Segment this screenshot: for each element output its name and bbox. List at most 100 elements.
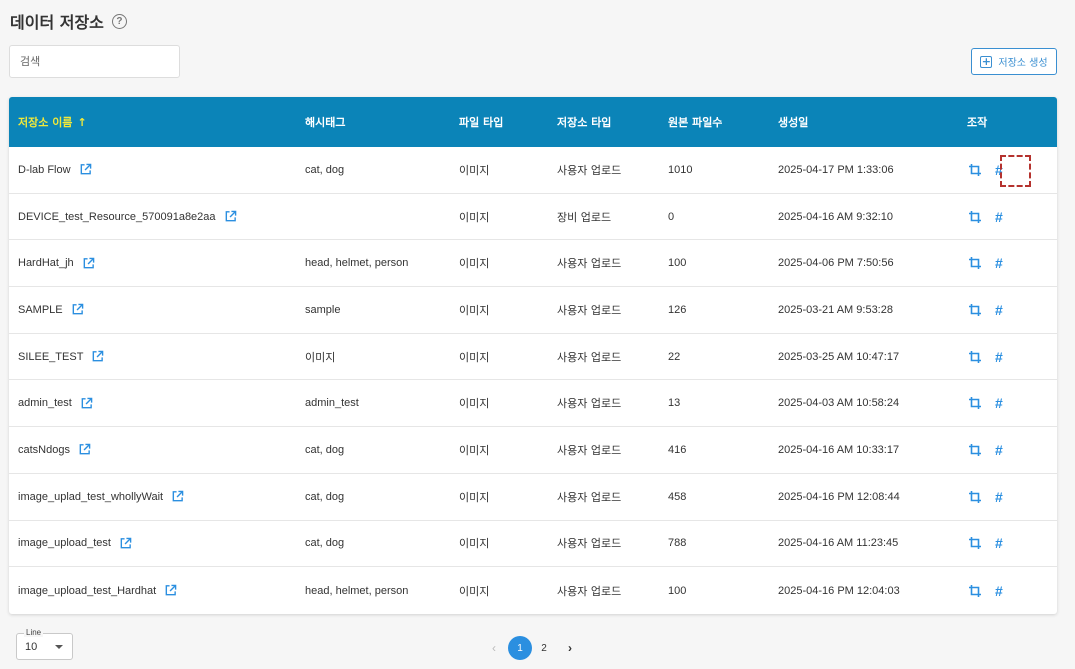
external-link-icon[interactable] bbox=[171, 490, 184, 503]
crop-icon[interactable] bbox=[968, 350, 982, 364]
file-count-cell: 788 bbox=[668, 537, 687, 550]
file-count-cell: 416 bbox=[668, 443, 687, 456]
storage-name[interactable]: SAMPLE bbox=[18, 304, 63, 316]
hashtags-cell: head, helmet, person bbox=[305, 257, 409, 270]
hashtags-cell: head, helmet, person bbox=[305, 584, 409, 597]
hashtag-icon[interactable]: # bbox=[995, 210, 1009, 224]
table-row: D-lab Flow cat, dog 이미지 사용자 업로드 1010 2025-04-… bbox=[9, 147, 1057, 194]
create-storage-button[interactable]: + 저장소 생성 bbox=[971, 48, 1057, 75]
storage-type-cell: 사용자 업로드 bbox=[557, 397, 622, 411]
storage-name[interactable]: image_upload_test_Hardhat bbox=[18, 585, 156, 597]
column-header-storage-type: 저장소 타입 bbox=[557, 116, 612, 129]
external-link-icon[interactable] bbox=[79, 163, 92, 176]
page-button-2[interactable]: 2 bbox=[532, 636, 556, 660]
actions-cell: # bbox=[967, 490, 1057, 504]
file-type-cell: 이미지 bbox=[459, 443, 490, 457]
storage-name[interactable]: SILEE_TEST bbox=[18, 351, 83, 363]
storage-name[interactable]: DEVICE_test_Resource_570091a8e2aa bbox=[18, 211, 216, 223]
storage-type-cell: 사용자 업로드 bbox=[557, 163, 622, 177]
file-count-cell: 1010 bbox=[668, 163, 693, 176]
create-storage-label: 저장소 생성 bbox=[998, 58, 1048, 69]
page-title: 데이터 저장소 bbox=[10, 13, 104, 32]
hashtag-icon[interactable]: # bbox=[995, 584, 1009, 598]
storage-name[interactable]: image_uplad_test_whollyWait bbox=[18, 491, 163, 503]
storage-name[interactable]: admin_test bbox=[18, 397, 72, 409]
crop-icon[interactable] bbox=[968, 163, 982, 177]
column-header-created: 생성일 bbox=[778, 116, 809, 129]
storage-type-cell: 장비 업로드 bbox=[557, 210, 612, 224]
crop-icon[interactable] bbox=[968, 303, 982, 317]
storage-name-cell: image_upload_test bbox=[9, 537, 305, 550]
file-type-cell: 이미지 bbox=[459, 350, 490, 364]
table-row: SAMPLE sample 이미지 사용자 업로드 126 2025-03-21 AM 9… bbox=[9, 287, 1057, 334]
caret-down-icon bbox=[55, 645, 63, 649]
hashtag-icon[interactable]: # bbox=[995, 163, 1009, 177]
hashtag-icon[interactable]: # bbox=[995, 396, 1009, 410]
sort-arrow-up-icon: ↑ bbox=[77, 115, 87, 129]
actions-cell: # bbox=[967, 303, 1057, 317]
crop-icon[interactable] bbox=[968, 443, 982, 457]
page-button-1[interactable]: 1 bbox=[508, 636, 532, 660]
hashtag-icon[interactable]: # bbox=[995, 256, 1009, 270]
crop-icon[interactable] bbox=[968, 536, 982, 550]
table-row: DEVICE_test_Resource_570091a8e2aa 이미지 장비 업… bbox=[9, 194, 1057, 241]
file-type-cell: 이미지 bbox=[459, 163, 490, 177]
actions-cell: # bbox=[967, 210, 1057, 224]
hashtag-icon[interactable]: # bbox=[995, 536, 1009, 550]
storage-table: 저장소 이름 ↑ 해시태그 파일 타입 저장소 타입 원본 파일수 생성일 조작… bbox=[9, 97, 1057, 614]
storage-name[interactable]: HardHat_jh bbox=[18, 257, 74, 269]
storage-name[interactable]: catsNdogs bbox=[18, 444, 70, 456]
hashtag-icon[interactable]: # bbox=[995, 490, 1009, 504]
column-header-file-type: 파일 타입 bbox=[459, 116, 504, 129]
help-icon[interactable]: ? bbox=[111, 13, 127, 29]
table-header: 저장소 이름 ↑ 해시태그 파일 타입 저장소 타입 원본 파일수 생성일 조작 bbox=[9, 97, 1057, 147]
column-header-name[interactable]: 저장소 이름 ↑ bbox=[9, 114, 305, 130]
hashtags-cell: 이미지 bbox=[305, 351, 336, 364]
file-count-cell: 13 bbox=[668, 397, 681, 410]
external-link-icon[interactable] bbox=[78, 443, 91, 456]
storage-type-cell: 사용자 업로드 bbox=[557, 303, 622, 317]
line-select-value: 10 bbox=[25, 641, 38, 653]
created-date-cell: 2025-04-16 AM 10:33:17 bbox=[778, 443, 900, 456]
line-select[interactable]: Line 10 bbox=[16, 628, 73, 660]
hashtag-icon[interactable]: # bbox=[995, 443, 1009, 457]
column-header-actions: 조작 bbox=[967, 116, 988, 129]
storage-name-cell: DEVICE_test_Resource_570091a8e2aa bbox=[9, 210, 305, 223]
external-link-icon[interactable] bbox=[91, 350, 104, 363]
hashtags-cell: admin_test bbox=[305, 397, 359, 410]
hashtag-icon[interactable]: # bbox=[995, 303, 1009, 317]
external-link-icon[interactable] bbox=[82, 257, 95, 270]
table-body: D-lab Flow cat, dog 이미지 사용자 업로드 1010 2025-04-… bbox=[9, 147, 1057, 614]
file-count-cell: 126 bbox=[668, 303, 687, 316]
file-type-cell: 이미지 bbox=[459, 490, 490, 504]
created-date-cell: 2025-04-16 AM 9:32:10 bbox=[778, 210, 893, 223]
file-type-cell: 이미지 bbox=[459, 537, 490, 551]
crop-icon[interactable] bbox=[968, 584, 982, 598]
file-type-cell: 이미지 bbox=[459, 584, 490, 598]
crop-icon[interactable] bbox=[968, 256, 982, 270]
external-link-icon[interactable] bbox=[224, 210, 237, 223]
external-link-icon[interactable] bbox=[164, 584, 177, 597]
external-link-icon[interactable] bbox=[80, 397, 93, 410]
external-link-icon[interactable] bbox=[119, 537, 132, 550]
actions-cell: # bbox=[967, 443, 1057, 457]
storage-name[interactable]: image_upload_test bbox=[18, 537, 111, 549]
crop-icon[interactable] bbox=[968, 396, 982, 410]
external-link-icon[interactable] bbox=[71, 303, 84, 316]
file-count-cell: 458 bbox=[668, 490, 687, 503]
page-header: 데이터 저장소 ? bbox=[10, 10, 127, 32]
hashtag-icon[interactable]: # bbox=[995, 350, 1009, 364]
table-row: image_upload_test cat, dog 이미지 사용자 업로드 788 20… bbox=[9, 521, 1057, 568]
file-count-cell: 100 bbox=[668, 584, 687, 597]
next-page-button[interactable]: › bbox=[558, 636, 582, 660]
crop-icon[interactable] bbox=[968, 490, 982, 504]
crop-icon[interactable] bbox=[968, 210, 982, 224]
prev-page-button[interactable]: ‹ bbox=[482, 636, 506, 660]
storage-type-cell: 사용자 업로드 bbox=[557, 584, 622, 598]
storage-name-cell: D-lab Flow bbox=[9, 163, 305, 176]
hashtags-cell: cat, dog bbox=[305, 537, 345, 550]
search-input[interactable] bbox=[9, 45, 180, 78]
storage-name[interactable]: D-lab Flow bbox=[18, 164, 71, 176]
created-date-cell: 2025-04-17 PM 1:33:06 bbox=[778, 163, 894, 176]
storage-name-cell: SILEE_TEST bbox=[9, 350, 305, 363]
